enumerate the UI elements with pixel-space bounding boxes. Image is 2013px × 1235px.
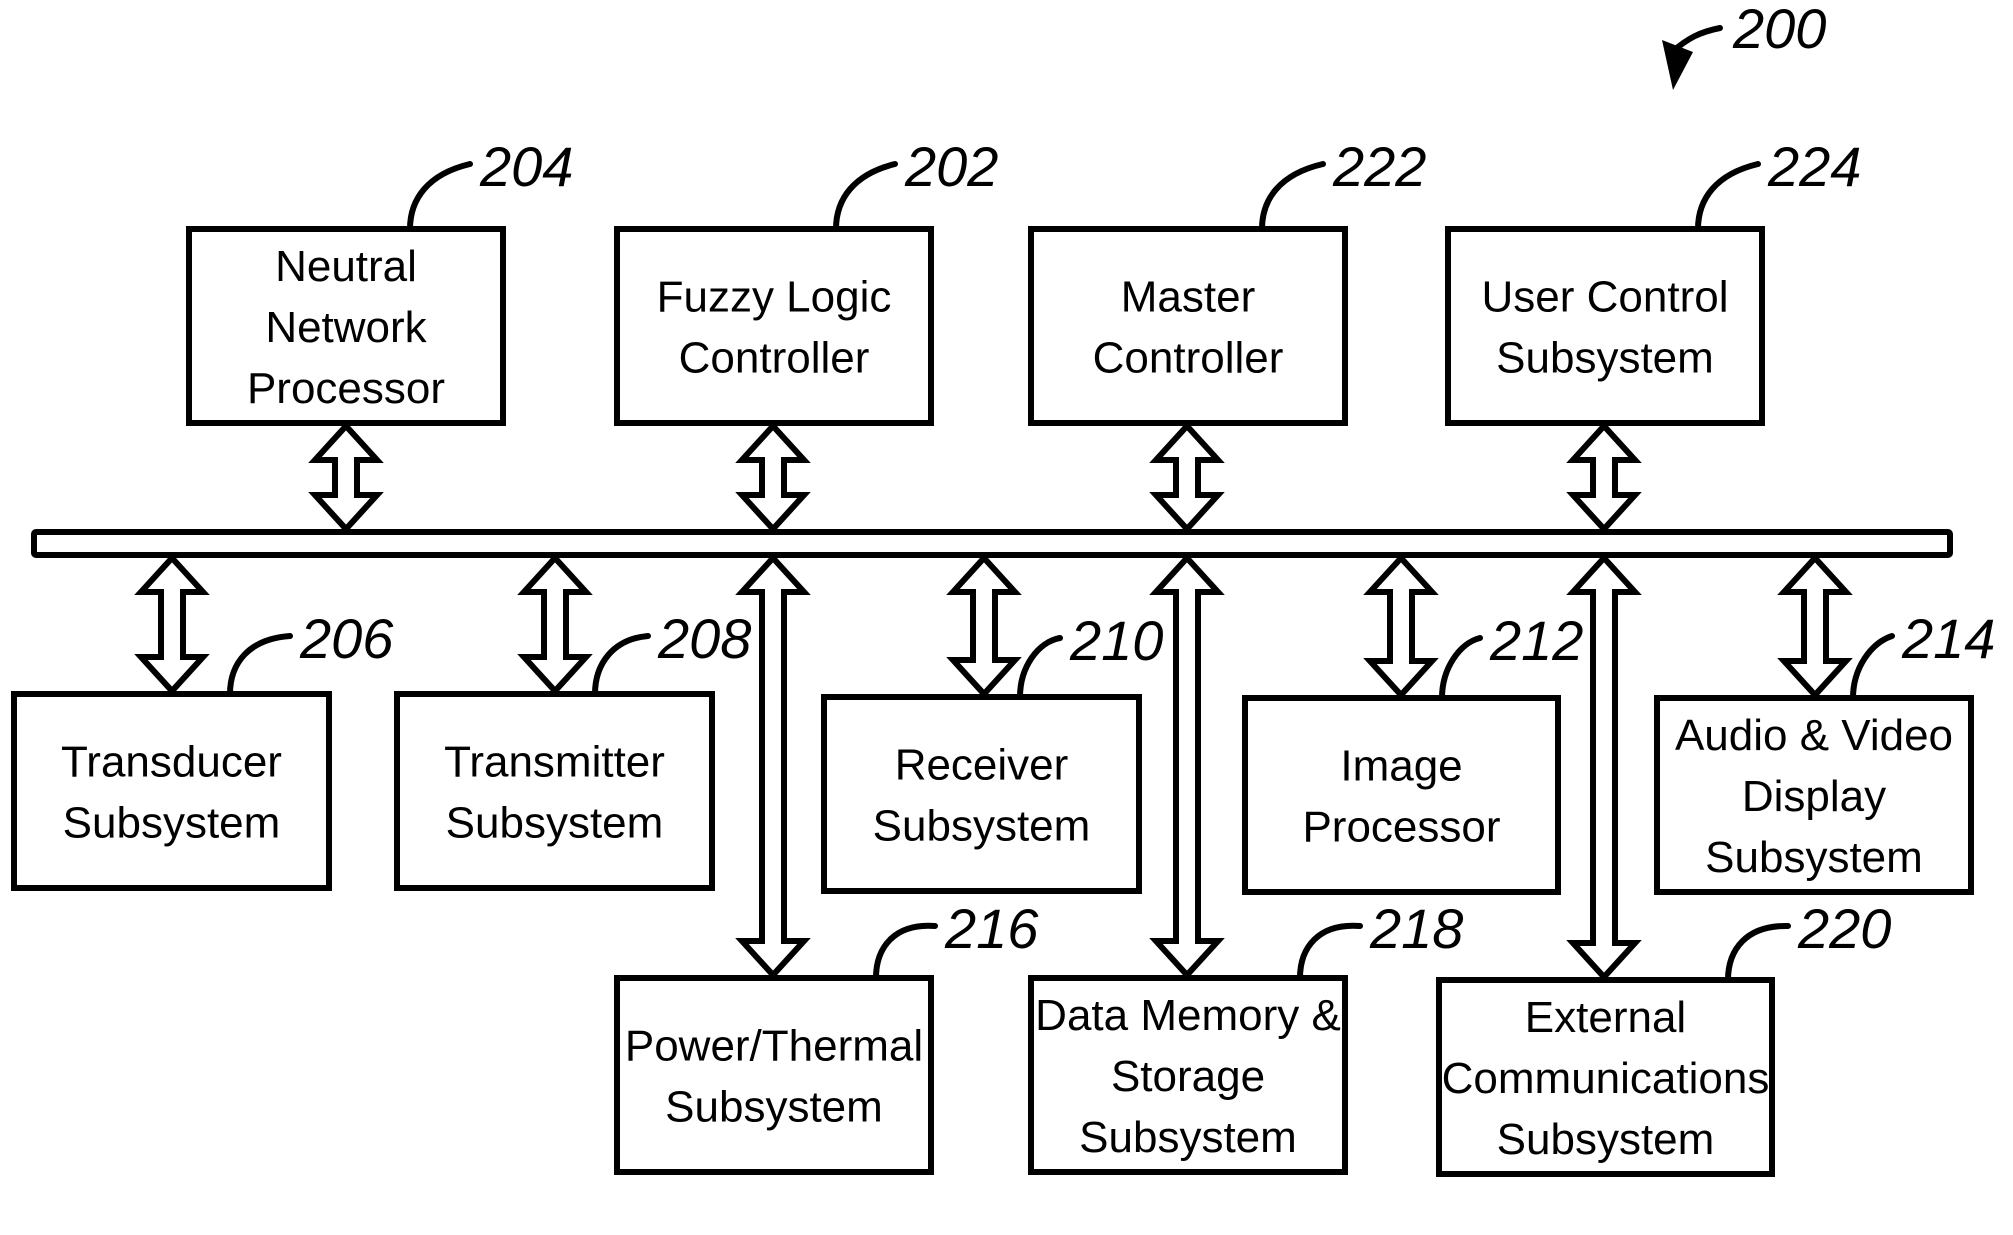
- figure-reference: 200: [1662, 0, 1826, 90]
- bidirectional-arrow-icon: [1149, 421, 1225, 534]
- block-label-line: Receiver: [895, 741, 1069, 790]
- system-block-diagram: 200 Neutral Network Processor 204 Fuzzy Logi…: [11, 0, 1995, 1177]
- block-label-line: Network: [265, 303, 427, 352]
- block-label-line: Processor: [247, 364, 445, 413]
- leader-line: [833, 161, 898, 232]
- block-box: [394, 691, 715, 891]
- bidirectional-arrow-icon: [1149, 553, 1225, 980]
- bidirectional-arrow-icon: [134, 553, 210, 696]
- block-label-line: Display: [1742, 772, 1886, 821]
- reference-number: 204: [479, 135, 573, 198]
- bidirectional-arrow-icon: [946, 553, 1022, 699]
- block-label-line: Controller: [1093, 334, 1284, 383]
- leader-line: [1017, 635, 1063, 700]
- block-label-line: Power/Thermal: [625, 1022, 923, 1071]
- figure-reference-arrowhead-icon: [1662, 40, 1693, 90]
- block-label-line: Subsystem: [1705, 833, 1923, 882]
- leader-line: [1259, 161, 1326, 232]
- reference-number: 224: [1767, 135, 1861, 198]
- bidirectional-arrow-icon: [1566, 421, 1642, 534]
- reference-number: 208: [657, 607, 751, 670]
- leader-line: [1695, 161, 1761, 232]
- block-label-line: Subsystem: [1079, 1113, 1297, 1162]
- leader-line: [407, 161, 473, 232]
- block-label-line: Subsystem: [873, 802, 1091, 851]
- reference-number: 216: [944, 897, 1039, 960]
- block-label-line: Subsystem: [665, 1083, 883, 1132]
- figure-reference-number: 200: [1732, 0, 1826, 60]
- block-216: Power/Thermal Subsystem 216: [614, 897, 1039, 1175]
- block-label-line: Image: [1340, 742, 1462, 791]
- reference-number: 222: [1332, 135, 1426, 198]
- block-box: [11, 691, 332, 891]
- block-label-line: Communications: [1442, 1054, 1770, 1103]
- block-label-line: External: [1525, 993, 1686, 1042]
- leader-line: [1439, 635, 1483, 701]
- block-label-line: Subsystem: [63, 799, 281, 848]
- block-224: User Control Subsystem 224: [1445, 135, 1861, 426]
- block-222: Master Controller 222: [1028, 135, 1426, 426]
- block-206: Transducer Subsystem 206: [11, 607, 394, 891]
- bidirectional-arrow-icon: [308, 421, 384, 534]
- block-218: Data Memory & Storage Subsystem 218: [1028, 897, 1463, 1175]
- block-label-line: Controller: [679, 334, 870, 383]
- leader-line: [227, 633, 293, 697]
- bidirectional-arrow-icon: [1777, 553, 1853, 700]
- leader-line: [1850, 633, 1895, 701]
- block-label-line: Data Memory &: [1035, 991, 1341, 1040]
- block-204: Neutral Network Processor 204: [186, 135, 573, 426]
- reference-number: 202: [904, 135, 998, 198]
- block-label-line: Audio & Video: [1675, 711, 1953, 760]
- block-label-line: Storage: [1111, 1052, 1265, 1101]
- bidirectional-arrow-icon: [735, 421, 811, 534]
- block-label-line: Fuzzy Logic: [657, 273, 892, 322]
- block-label-line: Processor: [1302, 803, 1500, 852]
- bidirectional-arrow-icon: [1363, 553, 1439, 700]
- block-208: Transmitter Subsystem 208: [394, 607, 751, 891]
- block-220: External Communications Subsystem 220: [1436, 897, 1891, 1177]
- leader-line: [1725, 922, 1791, 983]
- block-label-line: Subsystem: [1496, 334, 1714, 383]
- reference-number: 210: [1069, 609, 1163, 672]
- block-box: [1028, 226, 1348, 426]
- block-box: [821, 694, 1142, 894]
- reference-number: 220: [1797, 897, 1891, 960]
- block-box: [614, 975, 934, 1175]
- block-label-line: Neutral: [275, 242, 417, 291]
- system-bus: [31, 529, 1953, 558]
- bidirectional-arrow-icon: [517, 553, 593, 696]
- reference-number: 214: [1901, 607, 1995, 670]
- leader-line: [1297, 922, 1363, 981]
- block-label-line: User Control: [1482, 273, 1729, 322]
- block-label-line: Transmitter: [444, 738, 665, 787]
- block-box: [1242, 695, 1561, 895]
- leader-line: [873, 922, 938, 981]
- block-box: [1445, 226, 1765, 426]
- block-label-line: Master: [1121, 273, 1255, 322]
- leader-line: [592, 633, 651, 697]
- reference-number: 212: [1489, 609, 1583, 672]
- block-label-line: Transducer: [61, 738, 282, 787]
- block-202: Fuzzy Logic Controller 202: [614, 135, 998, 426]
- block-label-line: Subsystem: [1497, 1115, 1715, 1164]
- block-box: [614, 226, 934, 426]
- reference-number: 206: [299, 607, 394, 670]
- block-label-line: Subsystem: [446, 799, 664, 848]
- reference-number: 218: [1369, 897, 1463, 960]
